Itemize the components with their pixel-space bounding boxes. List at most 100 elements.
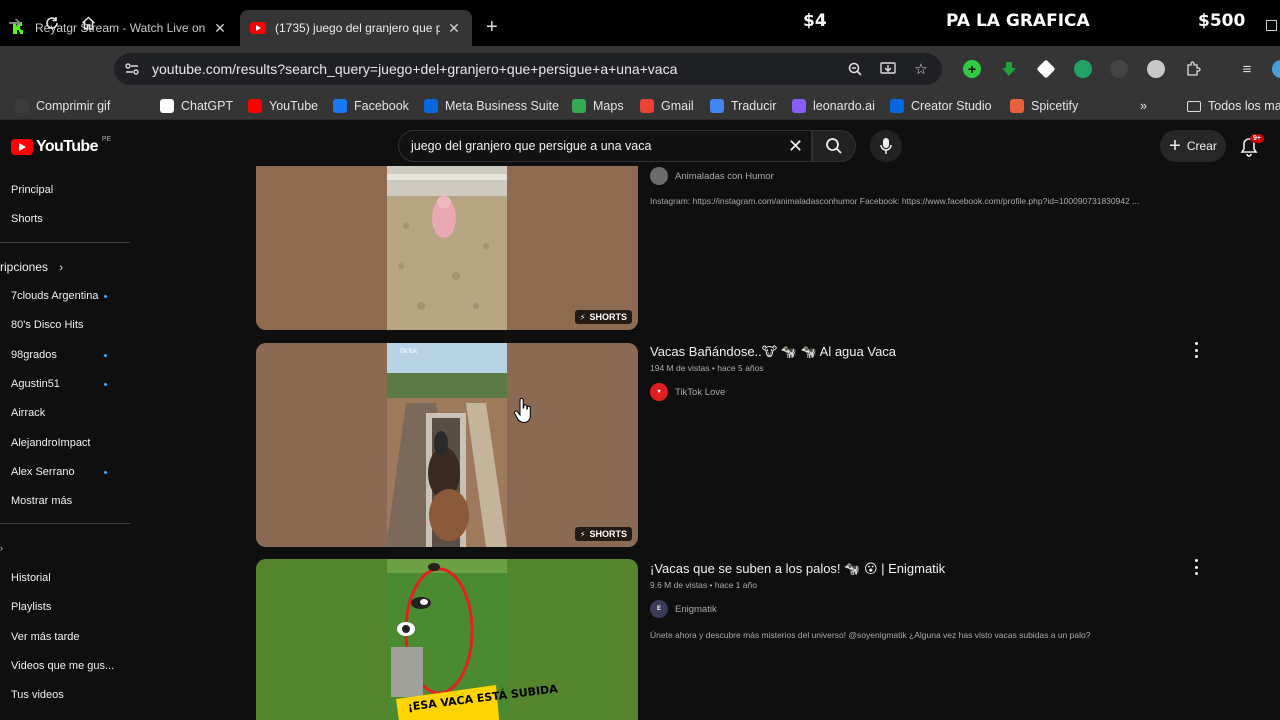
search-button[interactable]: [812, 130, 856, 162]
sidebar-subscription-item[interactable]: AlejandroImpact: [11, 437, 91, 449]
voice-search-button[interactable]: [870, 130, 902, 162]
gmail-icon: [640, 99, 654, 113]
shorts-badge: ⚡ SHORTS: [574, 310, 632, 324]
youtube-logo-text: YouTube: [36, 138, 98, 155]
new-tab-icon[interactable]: +: [486, 16, 498, 38]
youtube-play-icon: [11, 139, 33, 155]
reload-icon[interactable]: [42, 13, 62, 33]
new-content-dot: [104, 382, 107, 386]
bookmark-label: Facebook: [354, 99, 409, 113]
result-title[interactable]: Vacas Bañándose..🐮 🐄 🐄 Al agua Vaca: [650, 344, 896, 360]
search-query-text[interactable]: juego del granjero que persigue a una va…: [411, 139, 651, 153]
extension-add-icon[interactable]: +: [963, 60, 981, 78]
bookmark-youtube[interactable]: YouTube: [248, 97, 318, 115]
sidebar-subscription-item[interactable]: Airrack: [11, 407, 45, 419]
bookmark-label: Comprimir gif: [36, 99, 111, 113]
extension-camera-icon[interactable]: [1110, 60, 1128, 78]
result-title[interactable]: ¡Vacas que se suben a los palos! 🐄 😮 | E…: [650, 561, 945, 577]
shorts-badge-label: SHORTS: [589, 312, 627, 322]
sidebar-you-item[interactable]: Videos que me gus...: [11, 660, 114, 672]
sidebar-you-item[interactable]: Historial: [11, 572, 51, 584]
site-info-icon[interactable]: [123, 60, 141, 78]
search-icon: [826, 138, 842, 154]
maps-icon: [572, 99, 586, 113]
youtube-logo[interactable]: YouTube PE: [11, 135, 112, 156]
forward-icon[interactable]: ➔: [5, 13, 25, 33]
bookmark-comprimir-gif[interactable]: Comprimir gif: [15, 97, 110, 115]
result-channel[interactable]: ♥ TikTok Love: [650, 383, 725, 401]
sidebar-subscription-item[interactable]: Agustin51: [11, 378, 60, 390]
extension-shield-icon[interactable]: [1074, 60, 1092, 78]
close-tab-icon[interactable]: ✕: [446, 20, 462, 37]
home-icon[interactable]: [78, 13, 98, 33]
bookmark-gmail[interactable]: Gmail: [640, 97, 694, 115]
channel-avatar: [650, 167, 668, 185]
result-description: Instagram: https://instagram.com/animala…: [650, 196, 1140, 206]
browser-tab-strip: Reyatgr Stream - Watch Live on ✕ (1735) …: [0, 0, 1280, 46]
bookmark-maps[interactable]: Maps: [572, 97, 624, 115]
extensions-icon[interactable]: [1184, 60, 1202, 78]
tab-kick-stream[interactable]: Reyatgr Stream - Watch Live on ✕: [0, 10, 238, 46]
zoom-icon[interactable]: [846, 60, 864, 78]
bookmark-meta-business-suite[interactable]: Meta Business Suite: [424, 97, 559, 115]
more-options-icon[interactable]: [1193, 559, 1199, 575]
clear-search-icon[interactable]: ✕: [788, 136, 803, 157]
bookmark-traducir[interactable]: Traducir: [710, 97, 776, 115]
sidebar-you-item[interactable]: Tus videos: [11, 689, 64, 701]
bookmark-creator-studio[interactable]: Creator Studio: [890, 97, 992, 115]
shorts-badge-label: SHORTS: [589, 529, 627, 539]
subscriptions-heading[interactable]: ripciones ›: [0, 260, 63, 274]
create-button[interactable]: + Crear: [1160, 130, 1226, 162]
stream-overlay-right: $500: [1198, 11, 1246, 31]
bookmark-label: YouTube: [269, 99, 319, 113]
sidebar-item-principal[interactable]: Principal: [11, 184, 53, 196]
new-content-dot: [104, 470, 107, 474]
all-bookmarks-folder[interactable]: Todos los ma: [1187, 97, 1280, 115]
bookmark-label: Meta Business Suite: [445, 99, 559, 113]
channel-name: Enigmatik: [675, 603, 717, 615]
result-channel[interactable]: Animaladas con Humor: [650, 167, 774, 185]
extension-download-icon[interactable]: [1000, 60, 1018, 78]
bookmark-spicetify[interactable]: Spicetify: [1010, 97, 1078, 115]
sidebar-subscription-item[interactable]: 7clouds Argentina: [11, 290, 98, 302]
more-options-icon[interactable]: [1193, 342, 1199, 358]
url-text[interactable]: youtube.com/results?search_query=juego+d…: [152, 61, 677, 77]
cows-bath-thumbnail-image: TikTok: [256, 343, 638, 547]
sidebar-divider: [0, 523, 130, 524]
result-thumbnail[interactable]: TikTok ⚡ SHORTS: [256, 343, 638, 547]
spicetify-icon: [1010, 99, 1024, 113]
new-content-dot: [104, 295, 107, 298]
channel-avatar: ♥: [650, 383, 668, 401]
extension-puzzle-icon[interactable]: [1147, 60, 1165, 78]
bookmark-chatgpt[interactable]: ChatGPT: [160, 97, 233, 115]
sidebar-you-item[interactable]: Ver más tarde: [11, 631, 79, 643]
create-label: Crear: [1186, 139, 1217, 153]
bookmark-label: leonardo.ai: [813, 99, 875, 113]
sidebar-you-item[interactable]: Playlists: [11, 601, 51, 613]
stream-overlay-left: $4: [803, 11, 827, 31]
result-channel[interactable]: E Enigmatik: [650, 600, 717, 618]
you-section-chevron-icon[interactable]: ›: [0, 543, 3, 553]
sidebar-subscription-item[interactable]: Mostrar más: [11, 495, 72, 507]
channel-name: Animaladas con Humor: [675, 170, 774, 182]
sidebar-subscription-item[interactable]: Alex Serrano: [11, 466, 75, 478]
result-meta: 194 M de vistas • hace 5 años: [650, 363, 764, 373]
result-thumbnail[interactable]: ¡ESA VACA ESTÁ SUBIDA: [256, 559, 638, 720]
result-thumbnail[interactable]: ⚡ SHORTS: [256, 166, 638, 330]
shorts-badge: ⚡ SHORTS: [574, 527, 632, 541]
folder-icon: [1187, 100, 1201, 112]
sidebar-subscription-item[interactable]: 80's Disco Hits: [11, 319, 83, 331]
bookmark-star-icon[interactable]: ☆: [912, 60, 930, 78]
bookmark-leonardo-ai[interactable]: leonardo.ai: [792, 97, 875, 115]
sidebar-subscription-item[interactable]: 98grados: [11, 349, 57, 361]
window-restore-icon[interactable]: [1266, 20, 1277, 31]
reading-list-icon[interactable]: ≡: [1238, 60, 1256, 78]
more-bookmarks-icon[interactable]: »: [1140, 97, 1147, 115]
shorts-icon: ⚡: [579, 529, 586, 539]
close-tab-icon[interactable]: ✕: [212, 20, 228, 37]
bookmark-facebook[interactable]: Facebook: [333, 97, 409, 115]
tab-youtube-search[interactable]: (1735) juego del granjero que p ✕: [240, 10, 472, 46]
sidebar-item-shorts[interactable]: Shorts: [11, 213, 43, 225]
country-code: PE: [101, 135, 112, 143]
install-app-icon[interactable]: [879, 60, 897, 78]
